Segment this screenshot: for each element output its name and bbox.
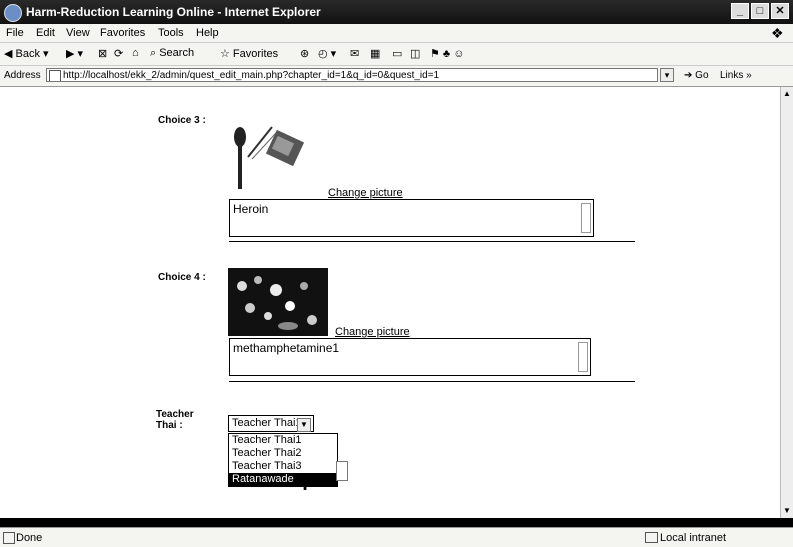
choice4-textarea-scrollbar[interactable] [578, 342, 588, 372]
menu-favorites[interactable]: Favorites [100, 27, 145, 39]
discuss-icon[interactable]: ◫ [410, 47, 420, 60]
choice3-label: Choice 3 : [158, 115, 206, 126]
teacher-option-highlighted[interactable]: Ratanawade [229, 473, 337, 486]
teacher-label: Teacher Thai : [156, 409, 194, 431]
page-scrollbar[interactable]: ▲ ▼ [780, 87, 793, 518]
edit-icon[interactable]: ▭ [392, 47, 402, 60]
menu-help[interactable]: Help [196, 27, 219, 39]
teacher-option[interactable]: Teacher Thai3 [229, 460, 337, 473]
window-title-bar[interactable]: Harm-Reduction Learning Online - Interne… [0, 0, 793, 24]
close-button[interactable]: ✕ [771, 3, 789, 19]
print-icon[interactable]: ▦ [370, 47, 380, 60]
windows-logo-icon: ❖ [771, 25, 784, 41]
choice3-change-picture-link[interactable]: Change picture [328, 187, 403, 199]
address-bar: Address http://localhost/ekk_2/admin/que… [0, 66, 793, 87]
standard-toolbar: ◀ Back ▾ ▶ ▾ ⊠ ⟳ ⌂ ⌕ Search ☆ Favorites … [0, 43, 793, 66]
minimize-button[interactable]: _ [731, 3, 749, 19]
choice4-label: Choice 4 : [158, 272, 206, 283]
mouse-cursor-icon: ⬆ [300, 479, 311, 493]
address-input[interactable]: http://localhost/ekk_2/admin/quest_edit_… [46, 68, 658, 82]
address-url: http://localhost/ekk_2/admin/quest_edit_… [63, 70, 440, 81]
teacher-option[interactable]: Teacher Thai1 [229, 434, 337, 447]
teacher-label-line2: Thai : [156, 420, 183, 431]
status-text: Done [16, 532, 43, 544]
messenger-icon[interactable]: ⚑ ♣ ☺ [430, 47, 464, 60]
page-done-icon [3, 532, 15, 544]
choice4-divider [229, 381, 635, 382]
choice3-divider [229, 241, 635, 242]
home-icon[interactable]: ⌂ [132, 47, 139, 59]
choice3-textarea-scrollbar[interactable] [581, 203, 591, 233]
media-icon[interactable]: ⊛ [300, 47, 309, 60]
search-button[interactable]: ⌕ Search [150, 47, 194, 60]
teacher-select[interactable]: Teacher Thai1 ▼ [228, 415, 314, 432]
menu-edit[interactable]: Edit [36, 27, 55, 39]
go-button[interactable]: ➔ Go [684, 70, 709, 81]
choice3-textarea[interactable]: Heroin [229, 199, 594, 237]
security-zone: Local intranet [660, 532, 727, 544]
refresh-icon[interactable]: ⟳ [114, 47, 123, 60]
teacher-option[interactable]: Teacher Thai2 [229, 447, 337, 460]
menu-bar: File Edit View Favorites Tools Help ❖ [0, 24, 793, 43]
choice4-textarea[interactable]: methamphetamine1 [229, 338, 591, 376]
status-bar: Done Local intranet [0, 527, 793, 547]
ie-app-icon [4, 4, 22, 22]
favorites-button[interactable]: ☆ Favorites [220, 47, 278, 60]
address-label: Address [4, 70, 41, 81]
scroll-down-arrow-icon[interactable]: ▼ [782, 506, 792, 516]
address-dropdown-button[interactable]: ▾ [660, 68, 674, 82]
back-button[interactable]: ◀ Back ▾ [4, 47, 49, 60]
teacher-label-line1: Teacher [156, 409, 194, 420]
mail-icon[interactable]: ✉ [350, 47, 359, 60]
teacher-dropdown-list: Teacher Thai1 Teacher Thai2 Teacher Thai… [228, 433, 338, 487]
page-icon [49, 70, 61, 81]
forward-button[interactable]: ▶ ▾ [66, 47, 83, 60]
choice3-value: Heroin [233, 202, 269, 216]
links-button[interactable]: Links » [720, 70, 752, 81]
stop-icon[interactable]: ⊠ [98, 47, 107, 60]
intranet-icon [645, 532, 658, 543]
choice4-value: methamphetamine1 [233, 341, 340, 355]
teacher-selected-value: Teacher Thai1 [232, 417, 302, 429]
chevron-down-icon[interactable]: ▼ [297, 418, 311, 432]
history-icon[interactable]: ◴ ▾ [318, 47, 336, 60]
pills-photo-icon [228, 268, 328, 336]
page-content: Choice 3 : Change picture Heroin Choice … [0, 87, 780, 518]
menu-view[interactable]: View [66, 27, 90, 39]
window-title: Harm-Reduction Learning Online - Interne… [26, 5, 321, 19]
choice4-change-picture-link[interactable]: Change picture [335, 326, 410, 338]
spoon-syringe-icon [228, 119, 308, 191]
scroll-up-arrow-icon[interactable]: ▲ [782, 89, 792, 99]
maximize-button[interactable]: □ [751, 3, 769, 19]
menu-file[interactable]: File [6, 27, 24, 39]
hidden-button-edge [336, 461, 348, 481]
menu-tools[interactable]: Tools [158, 27, 184, 39]
horizontal-scrollbar[interactable] [0, 518, 793, 527]
